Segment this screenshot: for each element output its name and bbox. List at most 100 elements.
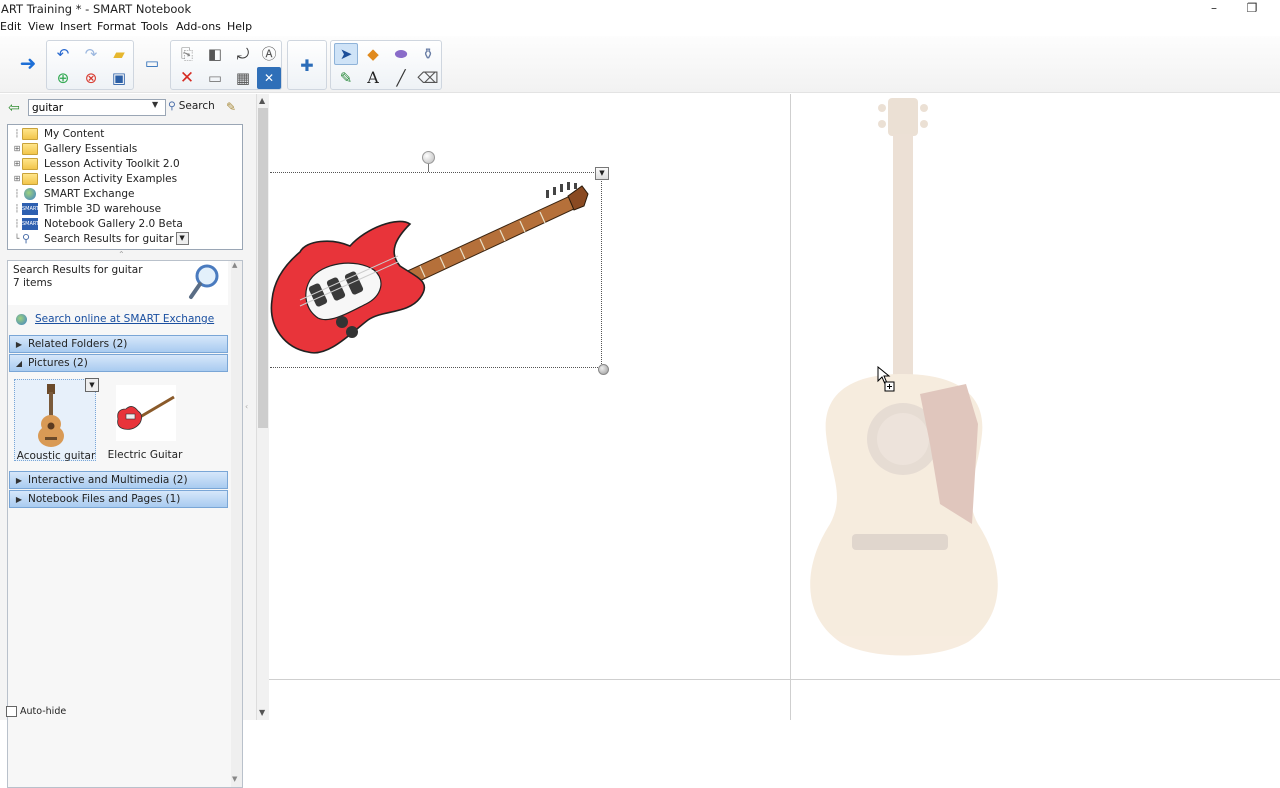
redo-icon[interactable]: ↷ — [79, 43, 103, 65]
shapes-icon[interactable]: ◆ — [361, 43, 385, 65]
electric-guitar-image — [270, 182, 589, 354]
tree-item-label: SMART Exchange — [44, 187, 135, 200]
resize-handle[interactable] — [598, 364, 609, 375]
line-icon[interactable]: ╱ — [389, 67, 413, 89]
title-bar: ART Training * - SMART Notebook – ❐ — [0, 0, 1280, 18]
search-icon: ⚲ — [168, 100, 176, 112]
category-label: Related Folders (2) — [28, 338, 128, 350]
menu-add-ons[interactable]: Add-ons — [176, 20, 221, 33]
restore-button[interactable]: ❐ — [1238, 0, 1266, 18]
scroll-up-icon[interactable]: ▲ — [259, 96, 265, 105]
tree-item-label: Search Results for guitar — [44, 232, 174, 245]
item-menu-icon[interactable]: ▼ — [175, 232, 189, 245]
menu-tools[interactable]: Tools — [141, 20, 168, 33]
thumb-menu-icon[interactable]: ▼ — [85, 378, 99, 392]
delete-icon[interactable]: ✕ — [175, 67, 199, 89]
globe-icon — [16, 313, 27, 325]
menu-edit[interactable]: Edit — [0, 20, 21, 33]
screen-shade-icon[interactable]: ▭ — [140, 52, 164, 74]
category-notebook-files[interactable]: ▶ Notebook Files and Pages (1) — [9, 490, 228, 508]
paste-icon[interactable]: ⎘ — [175, 43, 199, 65]
delete-page-icon[interactable]: ⊗ — [79, 67, 103, 89]
toolbar-group-addons: ✚ — [287, 40, 327, 90]
search-dropdown-icon[interactable]: ▼ — [152, 100, 158, 109]
toolbar-group-tools: ➤ ◆ ⬬ ⚱ ✎ A ╱ ⌫ — [330, 40, 442, 90]
gallery-search-input[interactable] — [28, 99, 166, 116]
thumb-caption: Electric Guitar — [107, 449, 183, 461]
splitter-grip-icon[interactable]: ⌃ — [118, 250, 125, 259]
scroll-up-icon[interactable]: ▲ — [232, 261, 237, 269]
fit-icon[interactable]: ⤾ — [231, 43, 255, 65]
results-count: 7 items — [13, 277, 53, 289]
undo-icon[interactable]: ↶ — [51, 43, 75, 65]
auto-hide-toggle[interactable]: Auto-hide — [6, 706, 66, 717]
panel-scrollbar[interactable]: ▲ ▼ ‹ — [245, 94, 269, 720]
folder-icon — [22, 142, 38, 155]
window-title: ART Training * - SMART Notebook — [1, 2, 192, 16]
expand-icon[interactable]: ⊞ — [12, 144, 22, 153]
results-title: Search Results for guitar — [13, 264, 143, 276]
table-icon[interactable]: ▦ — [231, 67, 255, 89]
back-icon[interactable]: ⇦ — [8, 100, 20, 116]
search-button[interactable]: ⚲ Search — [168, 100, 215, 112]
expand-icon[interactable]: ⊞ — [12, 159, 22, 168]
search-button-label: Search — [178, 100, 215, 112]
add-page-icon[interactable]: ⊕ — [51, 67, 75, 89]
open-icon[interactable]: ▰ — [107, 43, 131, 65]
tree-item-gallery-essentials[interactable]: ⊞ Gallery Essentials — [12, 141, 237, 156]
expand-arrow-icon: ▶ — [15, 494, 23, 504]
gallery-tools-icon[interactable]: ✎ — [226, 100, 236, 114]
tree-item-trimble[interactable]: ┆ SMART Trimble 3D warehouse — [12, 201, 237, 216]
close-icon[interactable]: ✕ — [257, 67, 281, 89]
category-pictures[interactable]: ◢ Pictures (2) — [9, 354, 228, 372]
smart-icon: SMART — [22, 217, 39, 230]
tree-item-lesson-toolkit[interactable]: ⊞ Lesson Activity Toolkit 2.0 — [12, 156, 237, 171]
magnifier-icon — [189, 264, 219, 299]
tree-item-notebook-gallery[interactable]: ┆ SMART Notebook Gallery 2.0 Beta — [12, 216, 237, 231]
collapse-arrow-icon: ◢ — [15, 358, 23, 368]
add-ons-icon[interactable]: ✚ — [295, 55, 319, 77]
object-menu-icon[interactable]: ▼ — [595, 167, 609, 180]
next-page-icon[interactable]: ➜ — [16, 52, 40, 74]
save-icon[interactable]: ▣ — [107, 67, 131, 89]
menu-view[interactable]: View — [28, 20, 54, 33]
pen-icon[interactable]: ✎ — [334, 67, 358, 89]
expand-icon[interactable]: ⊞ — [12, 174, 22, 183]
tree-line-icon: ┆ — [14, 204, 20, 213]
toolbar-group-edit: ⎘ ◧ ⤾ Ⓐ ✕ ▭ ▦ ✕ — [170, 40, 282, 90]
auto-hide-label: Auto-hide — [20, 706, 67, 717]
rotate-handle[interactable] — [422, 151, 435, 164]
tree-item-lesson-examples[interactable]: ⊞ Lesson Activity Examples — [12, 171, 237, 186]
search-online-link[interactable]: Search online at SMART Exchange — [16, 313, 214, 325]
text-icon[interactable]: A — [361, 67, 385, 89]
globe-icon — [24, 187, 36, 200]
category-interactive[interactable]: ▶ Interactive and Multimedia (2) — [9, 471, 228, 489]
display-icon[interactable]: ▭ — [203, 67, 227, 89]
fill-icon[interactable]: ⚱ — [416, 43, 440, 65]
tree-item-smart-exchange[interactable]: ┆ SMART Exchange — [12, 186, 237, 201]
menu-insert[interactable]: Insert — [60, 20, 92, 33]
thumb-acoustic-guitar[interactable]: Acoustic guitar ▼ — [14, 378, 99, 462]
category-label: Interactive and Multimedia (2) — [28, 474, 188, 486]
screen-capture-icon[interactable]: ◧ — [203, 43, 227, 65]
thumb-electric-guitar[interactable]: Electric Guitar — [104, 379, 186, 461]
menu-bar: Edit View Insert Format Tools Add-ons He… — [0, 18, 1280, 36]
minimize-button[interactable]: – — [1200, 0, 1228, 18]
scroll-down-icon[interactable]: ▼ — [259, 708, 265, 717]
menu-format[interactable]: Format — [97, 20, 136, 33]
tree-item-my-content[interactable]: ┆ My Content — [12, 126, 237, 141]
tree-item-search-results[interactable]: └ ⚲ Search Results for guitar ▼ — [12, 231, 237, 246]
scroll-thumb[interactable] — [258, 108, 268, 428]
creative-pen-icon[interactable]: ⬬ — [389, 43, 413, 65]
folder-icon — [22, 172, 38, 185]
auto-hide-checkbox[interactable] — [6, 706, 17, 717]
results-header: Search Results for guitar 7 items — [8, 261, 228, 305]
collapse-panel-icon[interactable]: ‹ — [245, 402, 248, 411]
menu-help[interactable]: Help — [227, 20, 252, 33]
select-icon[interactable]: ➤ — [334, 43, 358, 65]
scroll-down-icon[interactable]: ▼ — [232, 775, 237, 783]
spell-icon[interactable]: Ⓐ — [257, 43, 281, 65]
results-scrollbar[interactable]: ▲ ▼ — [231, 261, 242, 787]
eraser-icon[interactable]: ⌫ — [416, 67, 440, 89]
category-related-folders[interactable]: ▶ Related Folders (2) — [9, 335, 228, 353]
